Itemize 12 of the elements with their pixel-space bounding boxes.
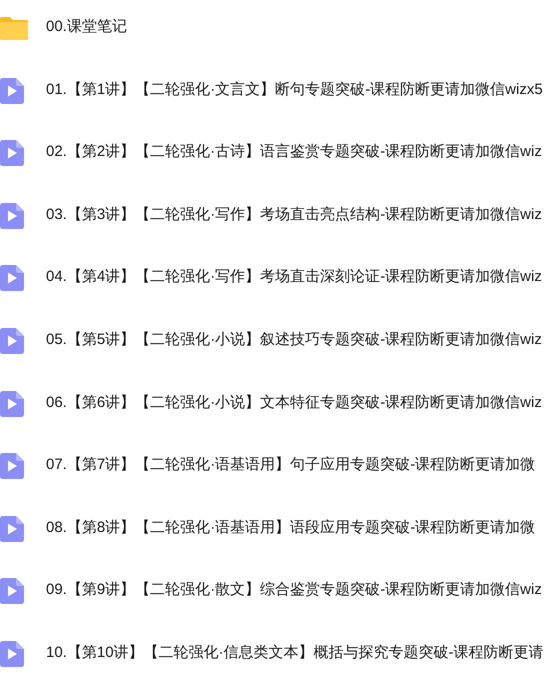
file-name[interactable]: 05.【第5讲】【二轮强化·小说】叙述技巧专题突破-课程防断更请加微信wiz	[46, 328, 542, 352]
file-name[interactable]: 07.【第7讲】【二轮强化·语基语用】句子应用专题突破-课程防断更请加微	[46, 453, 536, 478]
file-name[interactable]: 00.课堂笔记	[46, 15, 127, 39]
file-name[interactable]: 01.【第1讲】【二轮强化·文言文】断句专题突破-课程防断更请加微信wizx5	[46, 78, 543, 102]
file-name[interactable]: 02.【第2讲】【二轮强化·古诗】语言鉴赏专题突破-课程防断更请加微信wiz	[46, 140, 542, 164]
file-name[interactable]: 03.【第3讲】【二轮强化·写作】考场直击亮点结构-课程防断更请加微信wiz	[46, 202, 542, 227]
file-name[interactable]: 10.【第10讲】【二轮强化·信息类文本】概括与探究专题突破-课程防断更请	[46, 640, 544, 665]
file-name[interactable]: 04.【第4讲】【二轮强化·写作】考场直击深刻论证-课程防断更请加微信wiz	[46, 265, 542, 290]
file-name[interactable]: 06.【第6讲】【二轮强化·小说】文本特征专题突破-课程防断更请加微信wiz	[46, 390, 542, 415]
folder-icon	[0, 16, 28, 40]
file-name[interactable]: 09.【第9讲】【二轮强化·散文】综合鉴赏专题突破-课程防断更请加微信wiz	[46, 578, 542, 602]
file-name[interactable]: 08.【第8讲】【二轮强化·语基语用】语段应用专题突破-课程防断更请加微	[46, 516, 536, 540]
